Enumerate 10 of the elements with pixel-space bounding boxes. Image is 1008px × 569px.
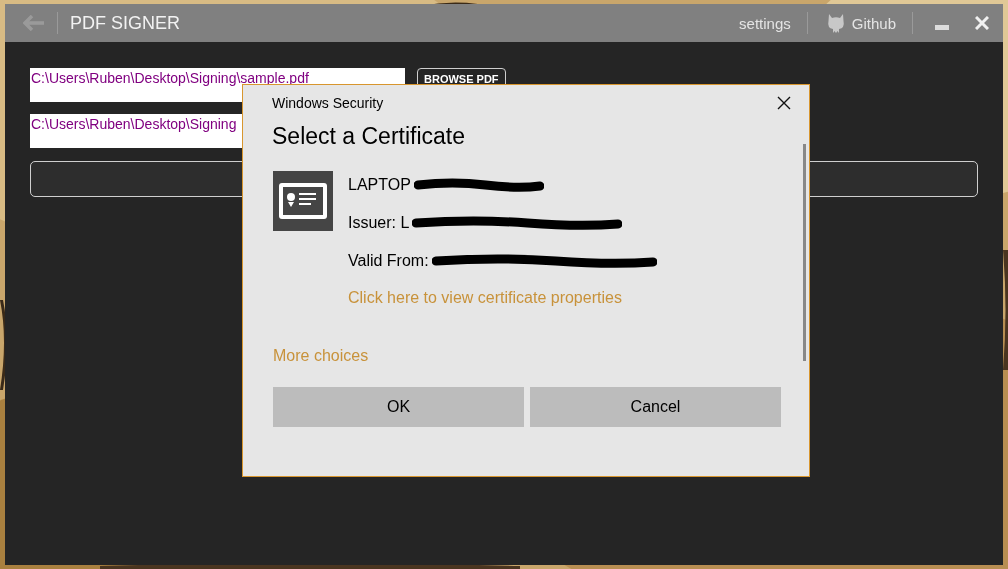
certificate-issuer: Issuer: L <box>348 213 410 232</box>
close-icon[interactable] <box>777 96 791 110</box>
minimize-icon[interactable] <box>935 25 949 31</box>
app-title: PDF SIGNER <box>70 12 180 34</box>
certificate-icon <box>273 171 333 231</box>
scrollbar[interactable] <box>803 144 806 361</box>
certificate-validity: Valid From: <box>348 251 429 270</box>
dialog-button[interactable]: OK <box>273 387 524 427</box>
dialog-button[interactable]: Cancel <box>530 387 781 427</box>
certificate-subject: LAPTOP <box>348 175 411 194</box>
